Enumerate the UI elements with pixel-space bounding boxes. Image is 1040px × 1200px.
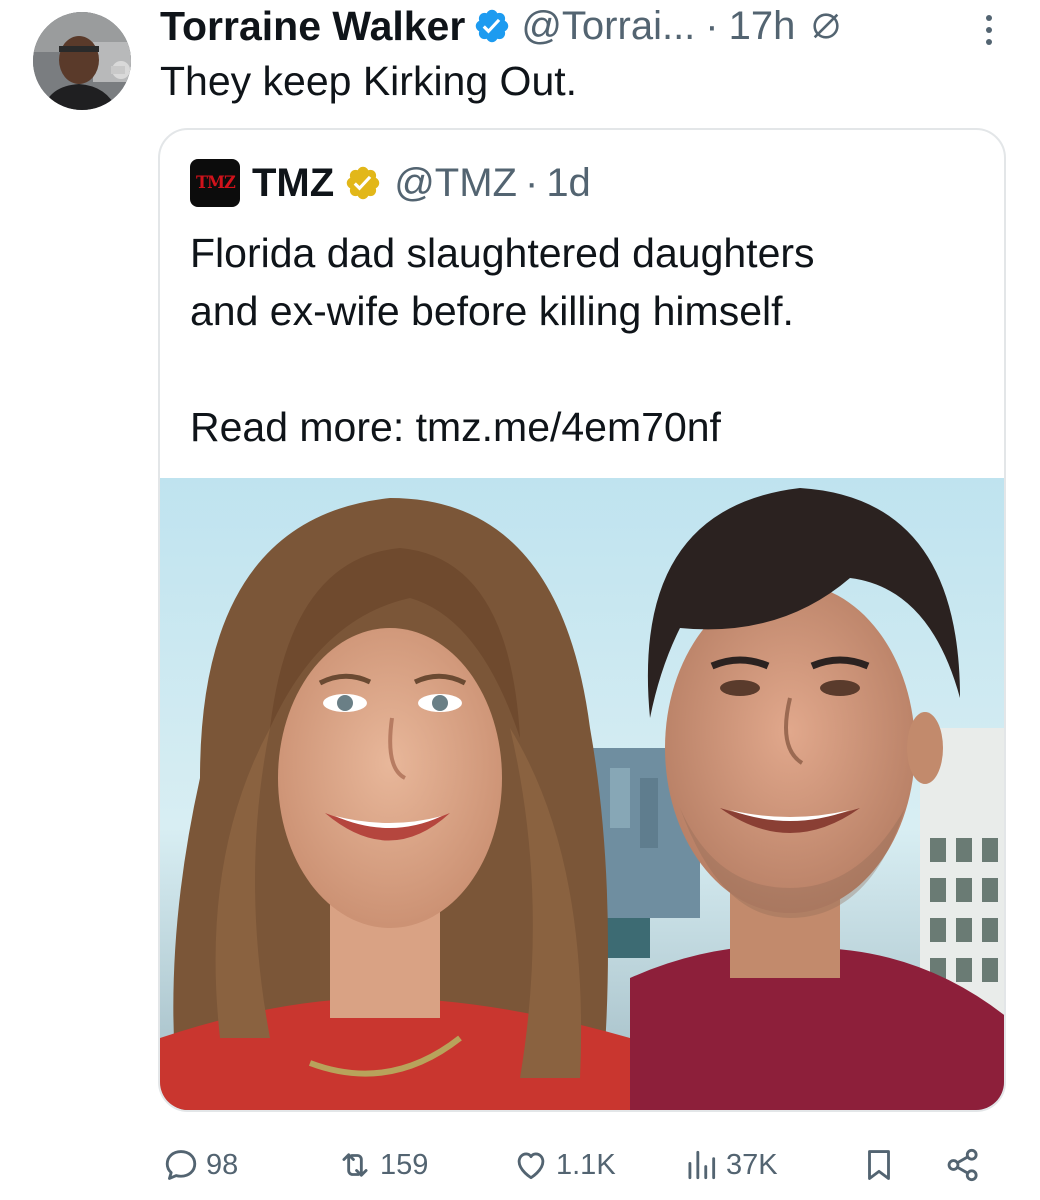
quote-media-image[interactable] xyxy=(160,478,1006,1112)
quote-author-name[interactable]: TMZ xyxy=(252,161,334,206)
share-icon xyxy=(947,1148,978,1182)
author-name[interactable]: Torraine Walker xyxy=(160,3,465,50)
more-options-icon[interactable] xyxy=(976,10,1002,50)
quoted-tweet-card[interactable]: TMZ TMZ @TMZ · 1d Florida dad slaughtere… xyxy=(158,128,1006,1112)
edited-icon xyxy=(813,13,839,39)
quote-text-line: and ex-wife before killing himself. xyxy=(190,288,794,334)
quote-separator-dot: · xyxy=(524,160,539,205)
quote-link-line[interactable]: Read more: tmz.me/4em70nf xyxy=(190,398,980,456)
tweet-header: Torraine Walker @Torrai... · 17h xyxy=(160,0,843,52)
quote-author-handle[interactable]: @TMZ xyxy=(394,161,517,206)
like-button[interactable]: 1.1K xyxy=(512,1140,616,1190)
tweet-action-bar: 98 159 1.1K 37K xyxy=(0,1140,1040,1190)
tmz-logo-text: TMZ xyxy=(195,173,236,193)
quote-text: Florida dad slaughtered daughters and ex… xyxy=(190,224,980,456)
tweet-text: They keep Kirking Out. xyxy=(160,58,578,104)
views-button[interactable]: 37K xyxy=(682,1140,778,1190)
reply-count: 98 xyxy=(206,1148,239,1181)
verified-badge-icon xyxy=(476,9,509,43)
view-count: 37K xyxy=(726,1148,778,1181)
quote-text-line: Florida dad slaughtered daughters xyxy=(190,230,815,276)
reply-button[interactable]: 98 xyxy=(162,1140,238,1190)
heart-icon xyxy=(517,1152,545,1180)
separator-dot: · xyxy=(705,3,719,48)
verified-gold-badge-icon xyxy=(346,166,380,200)
like-count: 1.1K xyxy=(556,1148,616,1181)
repost-icon xyxy=(342,1153,368,1177)
bookmark-button[interactable] xyxy=(860,1140,898,1190)
share-button[interactable] xyxy=(944,1140,982,1190)
repost-button[interactable]: 159 xyxy=(336,1140,428,1190)
author-avatar[interactable] xyxy=(33,12,131,110)
quote-header: TMZ TMZ @TMZ · 1d xyxy=(190,158,591,208)
views-icon xyxy=(688,1150,716,1180)
quote-time[interactable]: 1d xyxy=(546,161,591,206)
repost-count: 159 xyxy=(380,1148,429,1181)
author-handle[interactable]: @Torrai... xyxy=(521,4,695,49)
tweet-time[interactable]: 17h xyxy=(729,4,796,49)
bookmark-icon xyxy=(868,1150,890,1180)
reply-icon xyxy=(165,1150,197,1180)
avatar-photo xyxy=(33,12,131,110)
tmz-logo: TMZ xyxy=(190,159,240,207)
